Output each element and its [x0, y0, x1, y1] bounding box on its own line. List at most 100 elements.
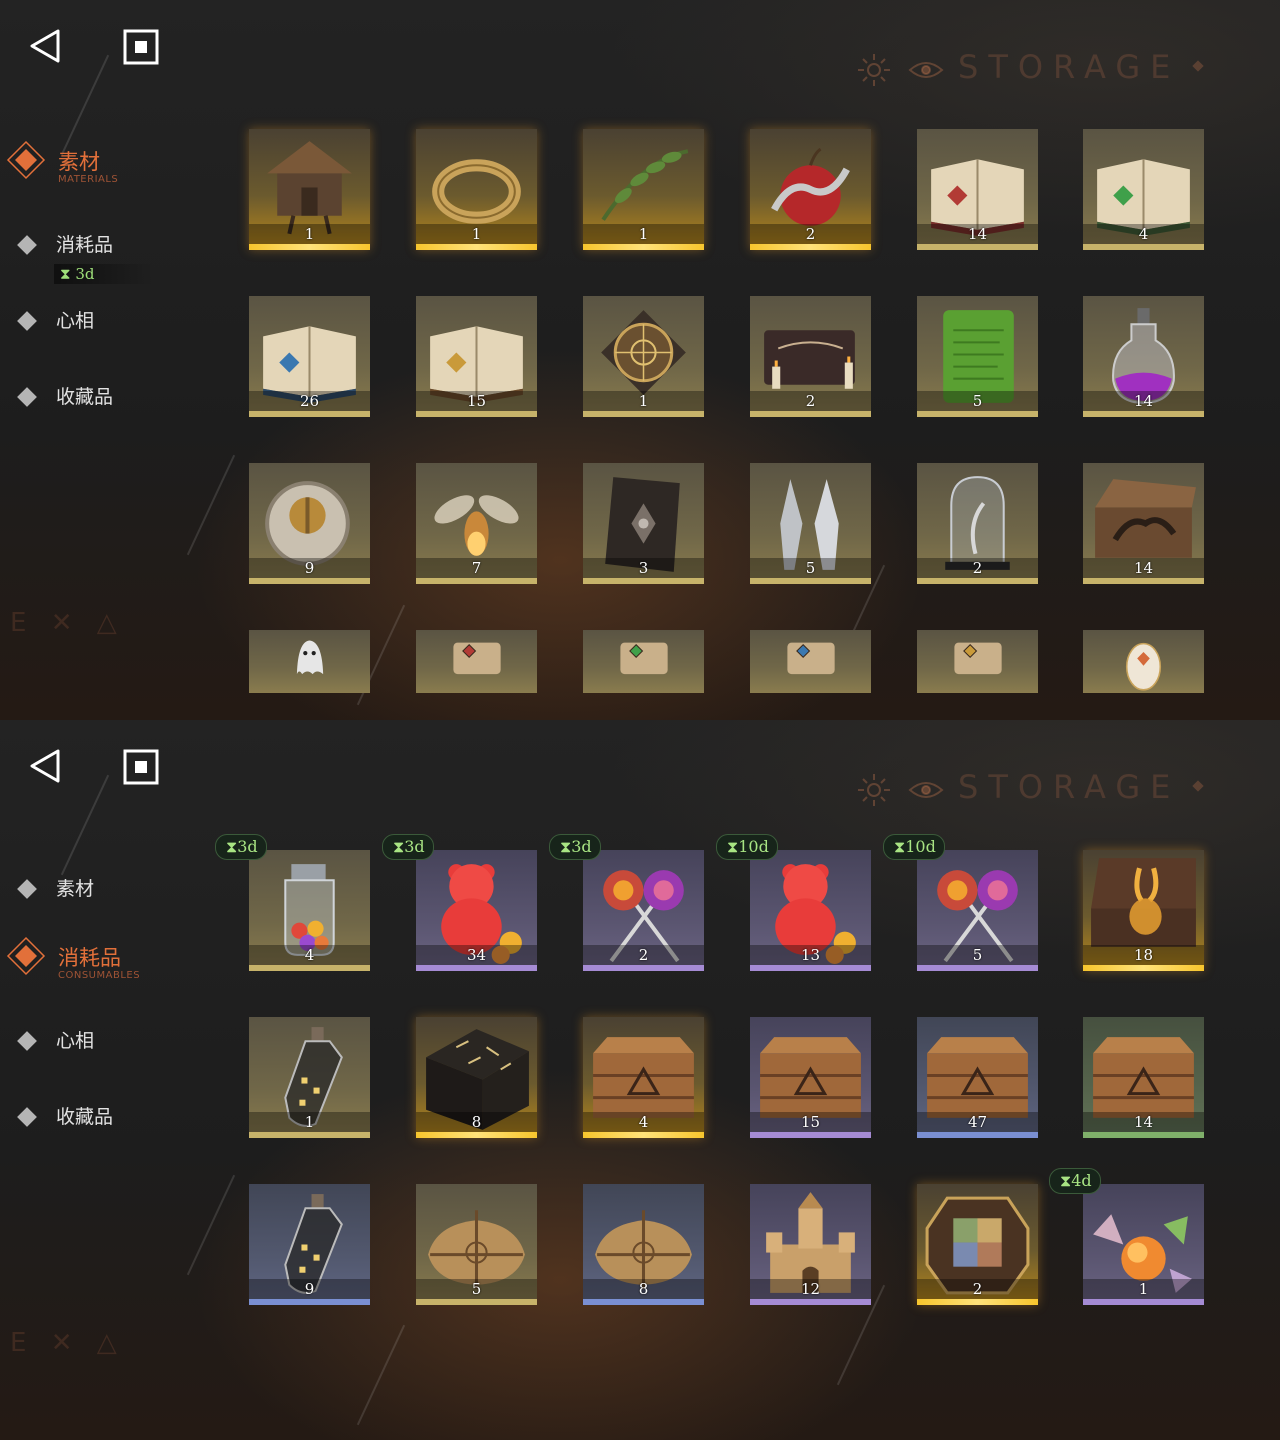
- inventory-item-ghost[interactable]: [249, 630, 370, 693]
- item-count: 1: [304, 225, 315, 243]
- item-count: 2: [638, 946, 649, 964]
- inventory-item-bottle[interactable]: 1: [249, 1017, 370, 1138]
- storage-emblem-icon: [856, 52, 952, 88]
- inventory-item-laurel[interactable]: 1: [583, 129, 704, 250]
- expiry-timer-badge: ⧗3d: [382, 834, 434, 860]
- back-icon[interactable]: [26, 26, 66, 66]
- item-count: 2: [972, 1280, 983, 1298]
- active-diamond-icon: [6, 140, 46, 180]
- decor-slash: [356, 1324, 406, 1426]
- rarity-bar: [583, 578, 704, 584]
- rarity-bar: [583, 965, 704, 971]
- home-icon[interactable]: [122, 748, 160, 786]
- storage-title: STORAGE: [958, 768, 1181, 806]
- nav-item-sublabel: MATERIALS: [58, 174, 119, 185]
- bottom-glyph-decoration: E ✕ △: [10, 1328, 125, 1358]
- inventory-item-gummy-bear[interactable]: 13: [750, 850, 871, 971]
- item-count: 1: [1138, 1280, 1149, 1298]
- rarity-bar: [583, 1132, 704, 1138]
- item-count: 5: [805, 559, 816, 577]
- rarity-bar: [416, 244, 537, 250]
- inventory-item-lollipops[interactable]: 2: [583, 850, 704, 971]
- item-count: 5: [471, 1280, 482, 1298]
- item-count: 1: [304, 1113, 315, 1131]
- inventory-item-ring[interactable]: 1: [416, 129, 537, 250]
- nav-item-sublabel: CONSUMABLES: [58, 970, 141, 981]
- inventory-item-castle[interactable]: 12: [750, 1184, 871, 1305]
- item-count: 14: [1133, 392, 1154, 410]
- inventory-item-crate[interactable]: 14: [1083, 1017, 1204, 1138]
- item-count: 34: [466, 946, 487, 964]
- inventory-item-crate[interactable]: 47: [917, 1017, 1038, 1138]
- item-count: 14: [1133, 559, 1154, 577]
- inventory-item-lollipops[interactable]: 5: [917, 850, 1038, 971]
- inventory-item-scroll-green[interactable]: [583, 630, 704, 693]
- item-count: 4: [1138, 225, 1149, 243]
- inventory-item-parcel[interactable]: 8: [583, 1184, 704, 1305]
- rarity-bar: [917, 411, 1038, 417]
- inventory-item-book-green[interactable]: 4: [1083, 129, 1204, 250]
- inventory-item-potion[interactable]: 14: [1083, 296, 1204, 417]
- rarity-bar: [1083, 965, 1204, 971]
- inventory-item-book-red[interactable]: 14: [917, 129, 1038, 250]
- inventory-item-gummy-bear[interactable]: 34: [416, 850, 537, 971]
- expiry-timer-badge: ⧗10d: [883, 834, 945, 860]
- scroll-blue-icon: [787, 642, 835, 675]
- inventory-item-bottle[interactable]: 9: [249, 1184, 370, 1305]
- item-count: 26: [299, 392, 320, 410]
- inventory-item-ouija[interactable]: 2: [750, 296, 871, 417]
- inventory-item-book-gold[interactable]: 15: [416, 296, 537, 417]
- bottom-glyph-decoration: E ✕ △: [10, 608, 125, 638]
- rarity-bar: [249, 578, 370, 584]
- item-count: 14: [1133, 1113, 1154, 1131]
- inventory-item-rabbit-box[interactable]: 18: [1083, 850, 1204, 971]
- inventory-item-coin[interactable]: 9: [249, 463, 370, 584]
- inventory-item-candy-jar[interactable]: 4: [249, 850, 370, 971]
- item-count: 18: [1133, 946, 1154, 964]
- inventory-item-crate[interactable]: 4: [583, 1017, 704, 1138]
- inventory-item-rune-box[interactable]: 8: [416, 1017, 537, 1138]
- inventory-item-crate[interactable]: 15: [750, 1017, 871, 1138]
- storage-title: STORAGE: [958, 48, 1181, 86]
- rarity-bar: [750, 578, 871, 584]
- diamond-icon: [17, 1107, 37, 1127]
- item-count: 8: [638, 1280, 649, 1298]
- scroll-gold-icon: [954, 642, 1002, 675]
- inventory-item-puzzle[interactable]: 2: [917, 1184, 1038, 1305]
- storage-screen-consumables: STORAGE E ✕ △ 消耗品 CONSUMABLES 素材 心相 收藏品 4 ⧗3d 34 ⧗…: [0, 720, 1280, 1440]
- inventory-item-astrolabe[interactable]: 1: [583, 296, 704, 417]
- inventory-item-bell-jar[interactable]: 2: [917, 463, 1038, 584]
- item-count: 15: [800, 1113, 821, 1131]
- inventory-item-egg[interactable]: [1083, 630, 1204, 693]
- rarity-bar: [249, 244, 370, 250]
- inventory-item-scroll-blue[interactable]: [750, 630, 871, 693]
- inventory-item-green-tablet[interactable]: 5: [917, 296, 1038, 417]
- scroll-green-icon: [620, 642, 668, 675]
- inventory-item-candies[interactable]: 1: [1083, 1184, 1204, 1305]
- inventory-item-book-blue[interactable]: 26: [249, 296, 370, 417]
- item-count: 5: [972, 392, 983, 410]
- diamond-icon: [17, 235, 37, 255]
- inventory-item-hut[interactable]: 1: [249, 129, 370, 250]
- inventory-item-hand-box[interactable]: 14: [1083, 463, 1204, 584]
- inventory-item-firefly[interactable]: 7: [416, 463, 537, 584]
- rarity-bar: [583, 244, 704, 250]
- rarity-bar: [416, 578, 537, 584]
- storage-dot-icon: [1192, 60, 1204, 72]
- active-diamond-icon: [6, 936, 46, 976]
- item-count: 47: [967, 1113, 988, 1131]
- inventory-item-apple[interactable]: 2: [750, 129, 871, 250]
- inventory-item-bullets[interactable]: 5: [750, 463, 871, 584]
- item-count: 9: [304, 559, 315, 577]
- back-icon[interactable]: [26, 746, 66, 786]
- inventory-item-scroll-red[interactable]: [416, 630, 537, 693]
- inventory-item-dark-book[interactable]: 3: [583, 463, 704, 584]
- rarity-bar: [917, 578, 1038, 584]
- expiry-timer-badge: ⧗4d: [1049, 1168, 1101, 1194]
- inventory-item-parcel[interactable]: 5: [416, 1184, 537, 1305]
- rarity-bar: [583, 1299, 704, 1305]
- home-icon[interactable]: [122, 28, 160, 66]
- inventory-item-scroll-gold[interactable]: [917, 630, 1038, 693]
- rarity-bar: [416, 1299, 537, 1305]
- item-count: 9: [304, 1280, 315, 1298]
